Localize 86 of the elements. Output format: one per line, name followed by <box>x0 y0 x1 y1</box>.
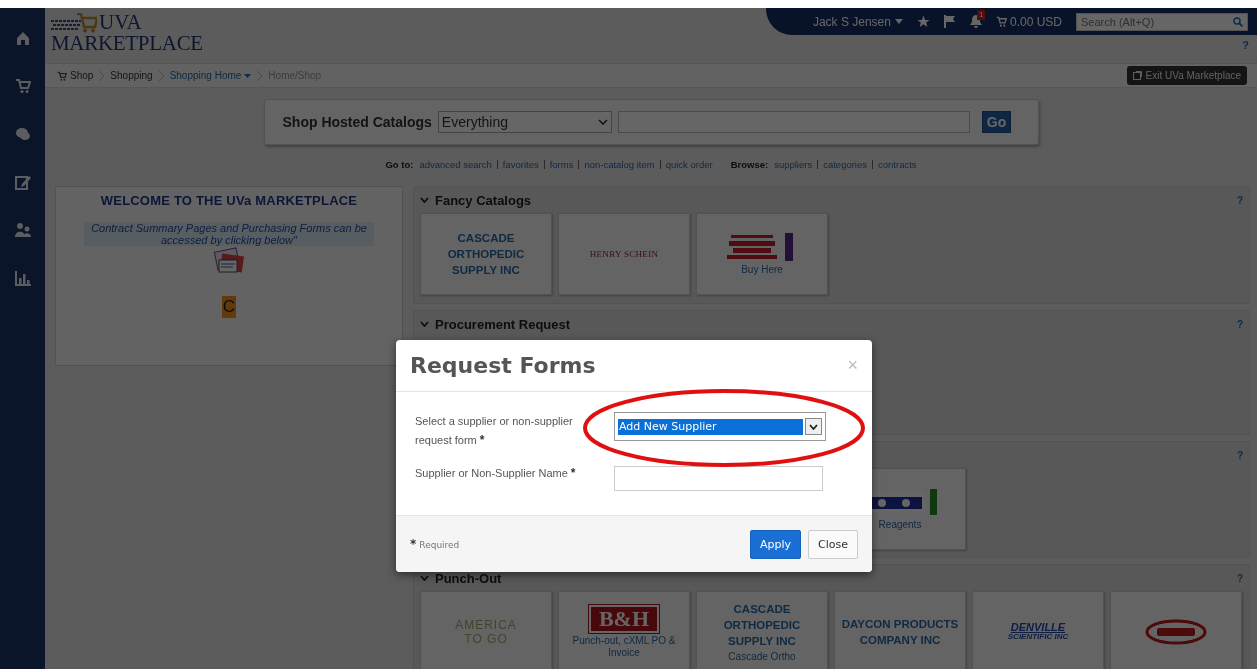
name-input[interactable] <box>614 466 823 491</box>
chevron-down-icon[interactable] <box>420 197 429 203</box>
chat-icon[interactable] <box>14 126 31 142</box>
supplier-logo: B&H <box>588 605 660 633</box>
supplier-logo: DAYCON PRODUCTS COMPANY INC <box>841 617 959 648</box>
flag-icon[interactable] <box>943 15 956 28</box>
home-icon[interactable] <box>14 30 31 46</box>
cart-icon[interactable] <box>14 78 31 94</box>
supplier-logo-icon <box>1145 619 1207 645</box>
dialog-title: Request Forms <box>410 353 596 378</box>
go-button[interactable]: Go <box>981 111 1012 133</box>
field-label: Select a supplier or non-supplier request form * <box>415 414 574 449</box>
chevron-down-icon <box>809 423 818 430</box>
supplier-tile[interactable]: Buy Here <box>696 213 828 295</box>
bell-icon[interactable] <box>969 15 982 28</box>
supplier-logo: CASCADE ORTHOPEDIC SUPPLY INC <box>447 231 525 278</box>
cart-icon <box>995 16 1007 27</box>
section-title: Procurement Request <box>435 316 571 332</box>
search-label: Shop Hosted Catalogs <box>282 114 432 130</box>
logo-text: UVA <box>99 12 142 33</box>
help-link[interactable]: ? <box>1236 572 1243 584</box>
cart-logo-icon <box>51 13 97 33</box>
user-menu[interactable]: Jack S Jensen <box>812 14 903 29</box>
search-input[interactable] <box>617 111 970 133</box>
quick-link[interactable]: quick order <box>665 158 713 170</box>
links-label: Go to: <box>385 158 414 170</box>
quick-link[interactable]: categories <box>823 158 867 170</box>
supplier-logo: AMERICA TO GO <box>455 618 517 646</box>
supplier-tile[interactable]: HENRY SCHEIN <box>558 213 690 295</box>
supplier-tile[interactable]: DAYCON PRODUCTS COMPANY INC <box>834 591 966 669</box>
quick-link[interactable]: advanced search <box>419 158 492 170</box>
exit-icon <box>1132 71 1142 80</box>
welcome-title: WELCOME TO THE UVa MARKETPLACE <box>100 193 358 208</box>
required-note: * Required <box>410 537 460 551</box>
tile-caption: Buy Here <box>741 264 783 276</box>
field-label: Supplier or Non-Supplier Name * <box>415 465 577 482</box>
help-link[interactable]: ? <box>1242 35 1257 51</box>
chevron-down-icon <box>597 119 608 125</box>
supplier-tile[interactable]: B&H Punch-out, cXML PO & Invoice <box>558 591 690 669</box>
quick-link[interactable]: suppliers <box>774 158 813 170</box>
quick-link[interactable]: forms <box>549 158 574 170</box>
links-label: Browse: <box>730 158 769 170</box>
people-icon[interactable] <box>14 222 31 238</box>
chevron-down-icon[interactable] <box>420 575 429 581</box>
bar-chart-icon[interactable] <box>14 270 31 286</box>
supplier-tile[interactable] <box>1110 591 1242 669</box>
supplier-logo: HENRY SCHEIN <box>589 249 659 259</box>
edit-icon[interactable] <box>14 174 31 190</box>
supplier-tile[interactable]: CASCADE ORTHOPEDIC SUPPLY INC <box>420 213 552 295</box>
tile-caption: Cascade Ortho <box>728 651 796 663</box>
star-icon[interactable] <box>916 15 930 28</box>
apply-button[interactable]: Apply <box>749 529 802 559</box>
chevron-down-icon[interactable] <box>420 321 429 327</box>
welcome-text: Contract Summary Pages and Purchasing Forms can be accessed by clicking below" <box>84 222 374 246</box>
caret-icon <box>244 73 252 78</box>
search-icon <box>1233 16 1243 27</box>
supplier-tile[interactable]: DENVILLE SCIENTIFIC INC <box>972 591 1104 669</box>
quick-link[interactable]: non-catalog item <box>584 158 655 170</box>
quick-link[interactable]: favorites <box>502 158 539 170</box>
contracts-tile[interactable]: C <box>222 296 236 318</box>
supplier-logo: DENVILLE SCIENTIFIC INC <box>1007 622 1069 642</box>
scope-select[interactable]: Everything <box>437 111 612 133</box>
tile-caption: Reagents <box>878 519 922 531</box>
notification-badge: 1 <box>976 10 986 20</box>
close-button[interactable]: × <box>847 355 858 376</box>
caret-icon <box>894 19 903 24</box>
supplier-logo: CASCADE ORTHOPEDIC SUPPLY INC <box>723 602 801 649</box>
breadcrumb-item[interactable]: Shop <box>57 70 94 81</box>
breadcrumb-item[interactable]: Shopping Home <box>169 70 252 81</box>
supplier-tile[interactable]: CASCADE ORTHOPEDIC SUPPLY INC Cascade Ortho <box>696 591 828 669</box>
breadcrumb-item[interactable]: Shopping <box>110 70 153 81</box>
logo-text: MARKETPLACE <box>51 33 203 54</box>
quick-link[interactable]: contracts <box>878 158 917 170</box>
help-link[interactable]: ? <box>1236 449 1243 461</box>
section-title: Punch-Out <box>435 570 502 586</box>
help-link[interactable]: ? <box>1236 318 1243 330</box>
section-title: Fancy Catalogs <box>435 192 532 208</box>
exit-button[interactable]: Exit UVa Marketplace <box>1126 66 1247 85</box>
cart-link[interactable]: 0.00 USD <box>995 14 1062 29</box>
help-link[interactable]: ? <box>1236 194 1243 206</box>
form-select[interactable]: Add New Supplier <box>614 412 826 441</box>
tile-caption: Punch-out, cXML PO & Invoice <box>571 635 677 659</box>
supplier-tile[interactable]: AMERICA TO GO <box>420 591 552 669</box>
cart-icon <box>57 70 67 81</box>
documents-icon[interactable] <box>213 246 245 276</box>
close-button[interactable]: Close <box>808 529 858 559</box>
